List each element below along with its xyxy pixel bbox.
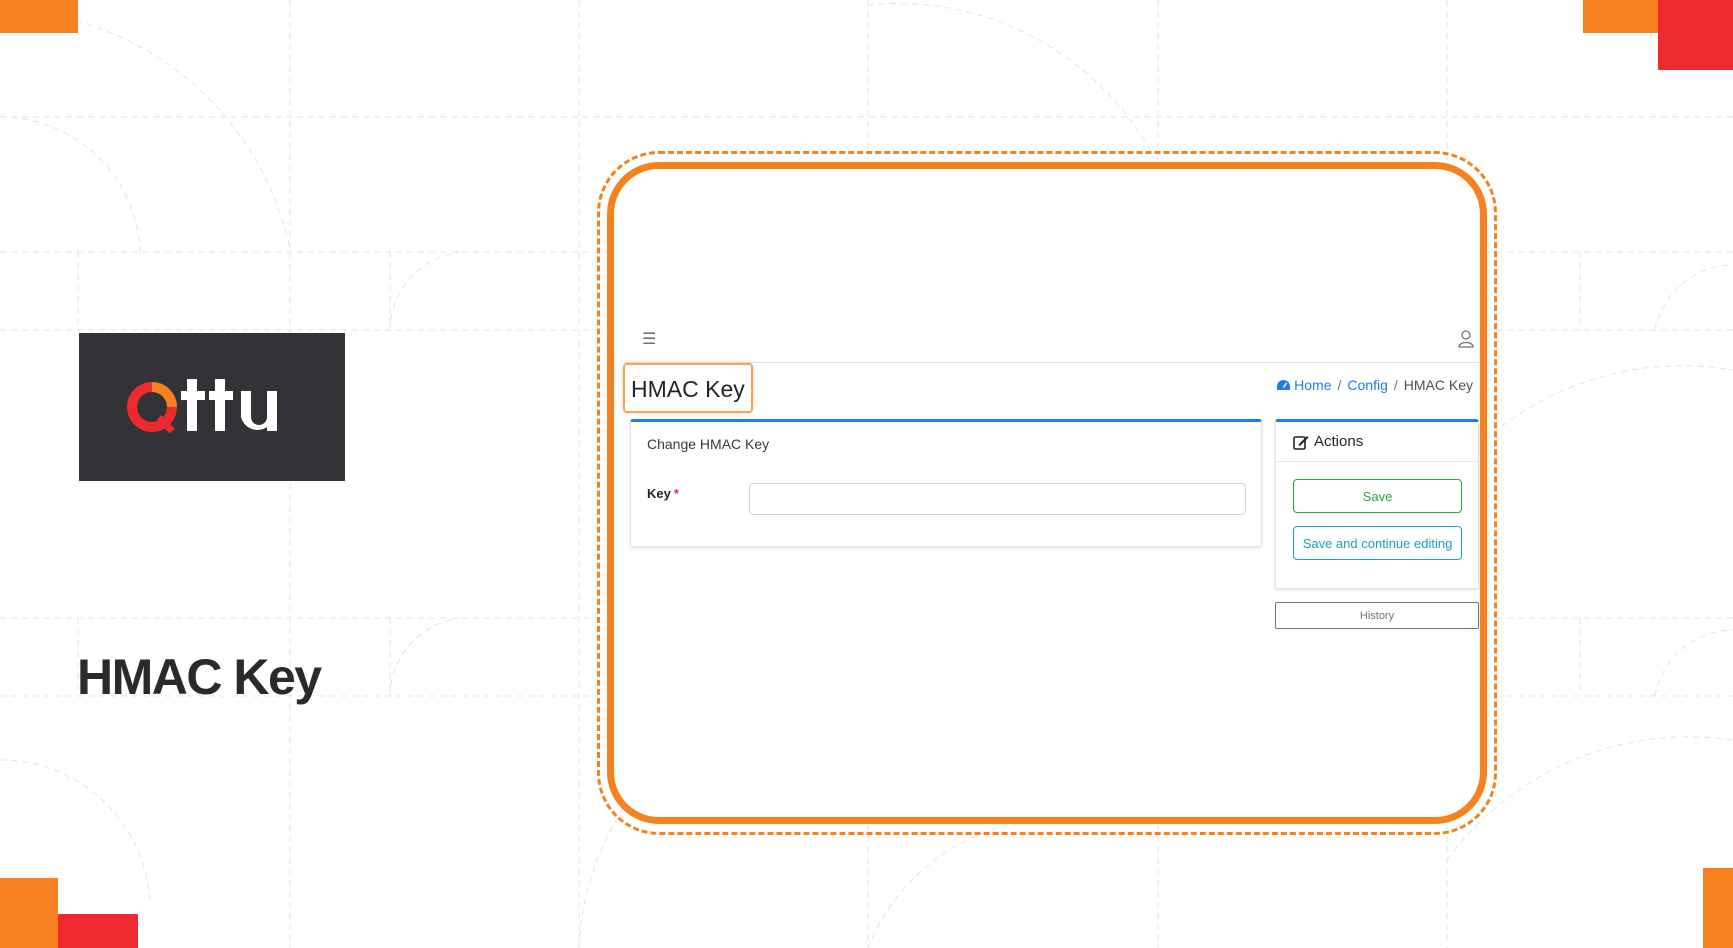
key-label: Key * [647, 486, 679, 501]
actions-title: Actions [1314, 433, 1364, 450]
edit-icon [1293, 435, 1309, 450]
actions-header: Actions [1276, 422, 1478, 462]
key-label-text: Key [647, 486, 671, 501]
change-hmac-key-card: Change HMAC Key Key * [630, 419, 1262, 547]
key-input[interactable] [749, 483, 1246, 515]
slide-title: HMAC Key [77, 649, 322, 705]
history-button[interactable]: History [1275, 602, 1479, 629]
corner-accent-bottom-right [1703, 868, 1733, 948]
required-indicator: * [673, 486, 679, 501]
breadcrumb: Home / Config / HMAC Key [1276, 377, 1473, 393]
card-title: Change HMAC Key [647, 436, 770, 452]
corner-accent-top-right-orange [1583, 0, 1658, 33]
actions-card: Actions Save Save and continue editing [1275, 419, 1479, 589]
breadcrumb-home-label: Home [1294, 377, 1332, 393]
app-screenshot-frame: ☰ HMAC Key Home / Config / HMAC Key Chan… [607, 162, 1487, 824]
hamburger-icon[interactable]: ☰ [642, 329, 656, 348]
user-icon[interactable] [1458, 330, 1474, 348]
ottu-logo-mark [126, 379, 277, 433]
corner-accent-top-left [0, 0, 78, 33]
ottu-logo [79, 333, 345, 481]
save-button[interactable]: Save [1293, 479, 1462, 513]
page-title: HMAC Key [623, 363, 753, 413]
corner-accent-bottom-left-red [58, 914, 138, 948]
corner-accent-top-right-red [1658, 0, 1733, 70]
breadcrumb-config[interactable]: Config [1347, 377, 1387, 393]
breadcrumb-separator: / [1393, 377, 1398, 393]
save-and-continue-button[interactable]: Save and continue editing [1293, 526, 1462, 560]
app-topbar: ☰ [624, 317, 1480, 363]
breadcrumb-separator: / [1337, 377, 1342, 393]
breadcrumb-current: HMAC Key [1403, 377, 1473, 393]
breadcrumb-home[interactable]: Home [1276, 377, 1332, 393]
dashboard-icon [1277, 379, 1291, 390]
corner-accent-bottom-left-orange [0, 878, 58, 948]
